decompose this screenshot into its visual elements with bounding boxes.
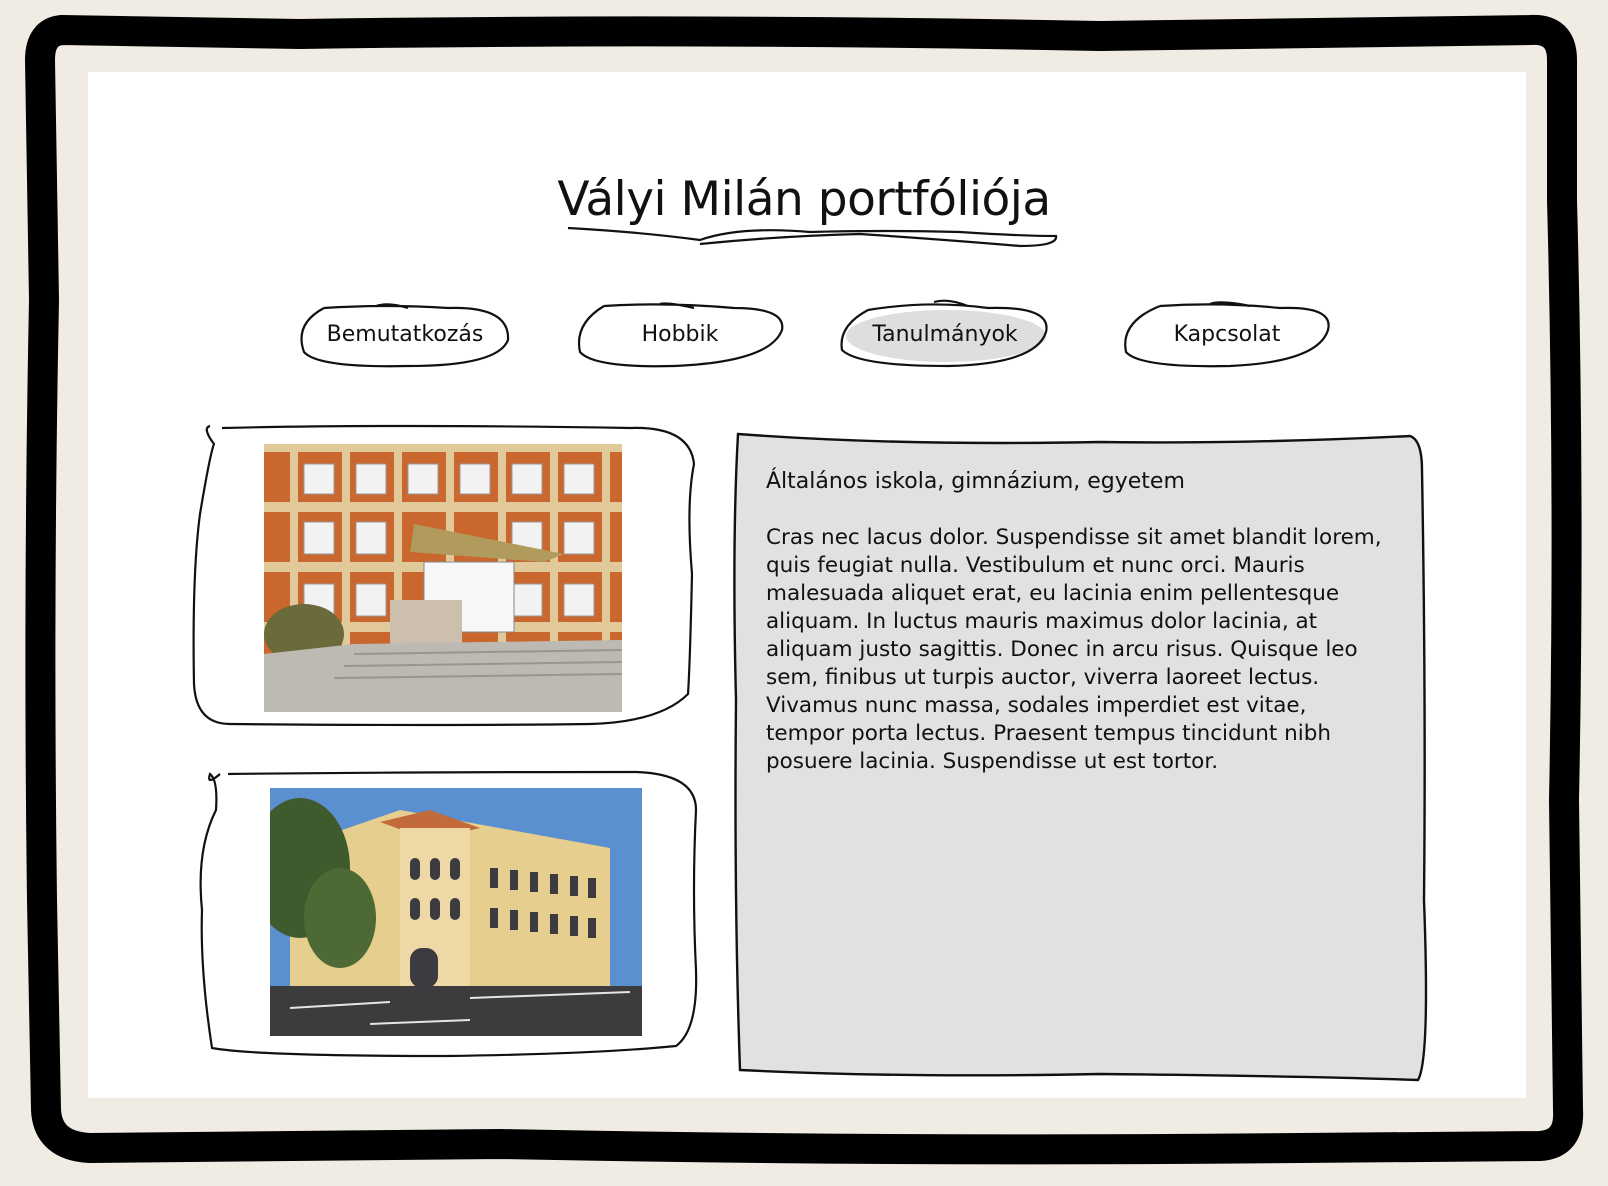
- nav-label: Kapcsolat: [1173, 321, 1281, 347]
- content-body: Cras nec lacus dolor. Suspendisse sit am…: [766, 525, 1382, 774]
- nav-button-hobbik[interactable]: Hobbik: [574, 302, 786, 368]
- school-building-image: [264, 444, 622, 712]
- nav-button-bemutatkozas[interactable]: Bemutatkozás: [298, 302, 512, 368]
- nav-label: Tanulmányok: [872, 321, 1018, 347]
- nav-button-kapcsolat[interactable]: Kapcsolat: [1120, 301, 1334, 368]
- high-school-photo: [270, 788, 642, 1036]
- historic-building-image: [270, 788, 642, 1036]
- page-title: Vályi Milán portfóliója: [557, 172, 1051, 227]
- content-heading: Általános iskola, gimnázium, egyetem: [766, 469, 1185, 494]
- elementary-school-photo: [264, 444, 622, 712]
- nav-label: Bemutatkozás: [326, 321, 484, 347]
- nav-button-tanulmanyok[interactable]: Tanulmányok: [838, 299, 1052, 368]
- nav-label: Hobbik: [641, 321, 719, 347]
- content-panel: Általános iskola, gimnázium, egyetem Cra…: [766, 468, 1386, 776]
